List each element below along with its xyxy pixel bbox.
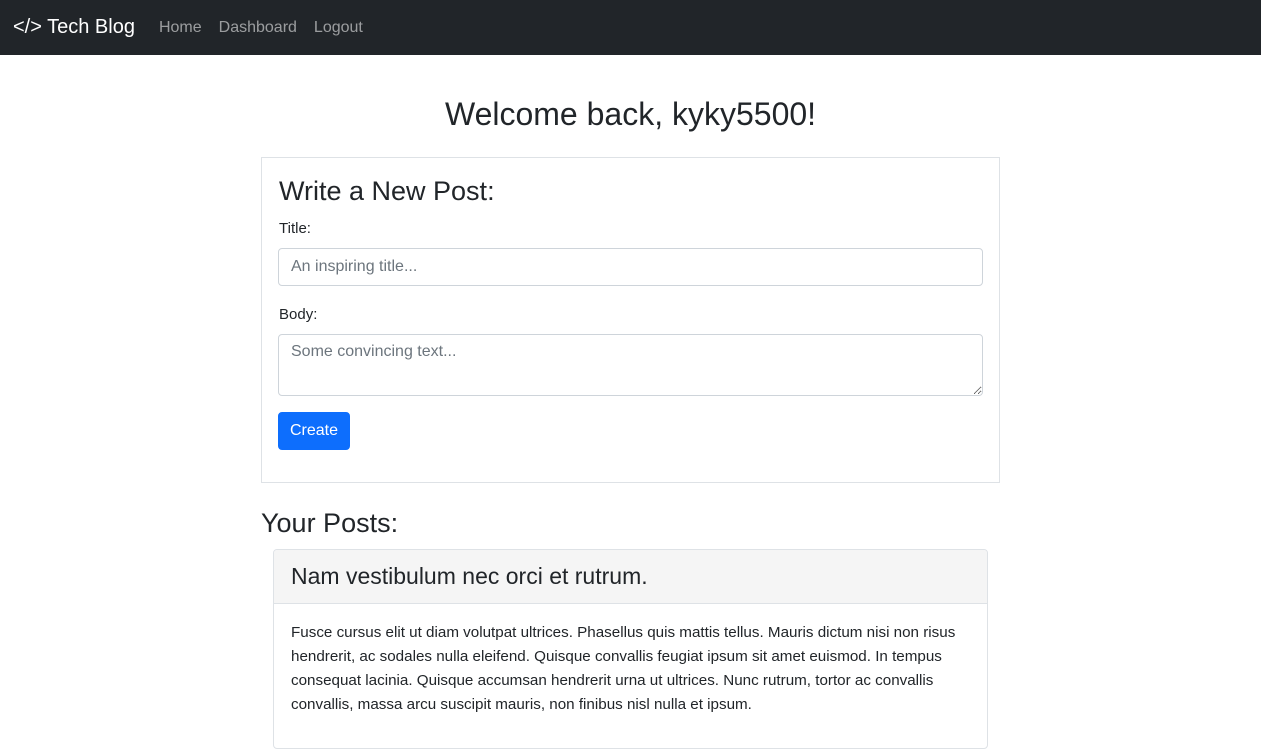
post-card-header: Nam vestibulum nec orci et rutrum. [274, 550, 987, 604]
nav-link-dashboard[interactable]: Dashboard [219, 19, 297, 37]
nav-link-home[interactable]: Home [159, 19, 202, 37]
your-posts-heading: Your Posts: [261, 508, 399, 538]
title-label: Title: [279, 220, 311, 237]
post-card[interactable]: Nam vestibulum nec orci et rutrum. Fusce… [273, 549, 988, 749]
brand-link[interactable]: </> Tech Blog [13, 16, 135, 39]
post-title[interactable]: Nam vestibulum nec orci et rutrum. [291, 563, 648, 590]
body-label: Body: [279, 306, 318, 323]
new-post-form: Write a New Post: Title: Body: Create [261, 157, 1000, 483]
title-input[interactable] [278, 248, 983, 286]
welcome-heading: Welcome back, kyky5500! [444, 96, 817, 132]
form-heading: Write a New Post: [279, 176, 495, 206]
create-button[interactable]: Create [278, 412, 350, 450]
top-navbar: </> Tech Blog Home Dashboard Logout [0, 0, 1261, 55]
body-textarea[interactable] [278, 334, 983, 396]
nav-link-logout[interactable]: Logout [314, 19, 363, 37]
post-body: Fusce cursus elit ut diam volutpat ultri… [291, 624, 956, 713]
